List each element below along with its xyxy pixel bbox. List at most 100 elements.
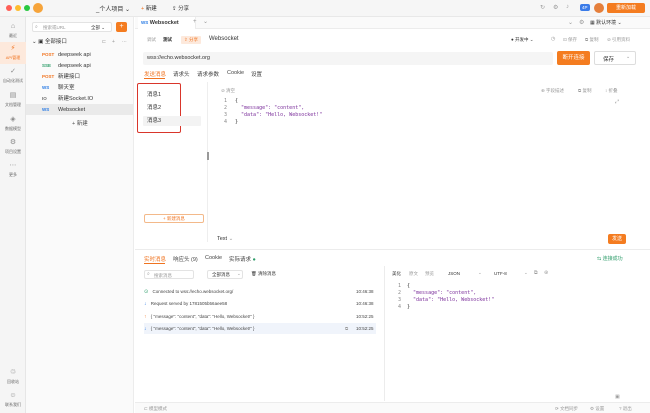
tree-item-selected[interactable]: WSWebsocket — [26, 104, 133, 115]
encoding-dropdown[interactable]: UTF-8 ⌄ — [490, 269, 530, 278]
message-editor[interactable]: 1 2 3 4 { "message": "content", "data": … — [215, 97, 627, 229]
panel-toggle-icon[interactable]: ▣ — [615, 394, 620, 400]
close-window-button[interactable] — [6, 5, 12, 11]
clear-button[interactable]: ⊘ 清空 — [221, 88, 235, 94]
panel-resize-handle[interactable] — [207, 152, 209, 160]
team-selector[interactable]: _个人项目 ⌄ — [96, 4, 130, 13]
new-button[interactable]: + 新建 — [141, 4, 157, 12]
preview-tab-pretty[interactable]: 美化 — [392, 271, 401, 277]
add-message-button[interactable]: + 新建消息 — [144, 214, 204, 223]
nav-autotest[interactable]: ✓自动化测试 — [0, 68, 26, 84]
tab-settings[interactable]: 设置 — [251, 70, 262, 78]
add-button[interactable]: + — [116, 22, 127, 32]
preview-tab-raw[interactable]: 原文 — [409, 271, 418, 277]
request-name[interactable]: Websocket — [209, 36, 239, 42]
fold-button[interactable]: ↕ 折叠 — [605, 88, 618, 94]
mode-test[interactable]: 测试 — [163, 37, 172, 43]
line-number: 3 — [393, 297, 401, 303]
nav-api[interactable]: ⚡API管理 — [0, 42, 26, 64]
tab-send-message[interactable]: 发送消息 — [144, 70, 166, 78]
history-icon[interactable]: ◷ — [551, 36, 555, 42]
url-input[interactable]: wss://echo.websocket.org — [143, 52, 553, 65]
message-item-3[interactable]: 消息3 — [143, 116, 201, 126]
doc-sync-link[interactable]: ⟳ 文档同步 — [555, 406, 578, 412]
doc-tab-websocket[interactable]: WS Websocket — [138, 17, 196, 29]
copy-link[interactable]: ⧉ 复制 — [585, 37, 598, 43]
nav-more[interactable]: ⋯更多 — [0, 162, 26, 178]
expand-icon[interactable]: ⌄ — [568, 19, 573, 26]
footer-exit-link[interactable]: ? 退出 — [619, 406, 632, 412]
tree-item[interactable]: WS聊天室 — [26, 82, 133, 93]
nav-contact[interactable]: ☺联系我们 — [0, 392, 26, 408]
tree-item[interactable]: POSTdeepseek api — [26, 49, 133, 60]
tree-item[interactable]: IO新建Socket.IO — [26, 93, 133, 104]
share-tag[interactable]: ⇪ 分享 — [181, 36, 201, 44]
nav-models[interactable]: ◈数据模型 — [0, 116, 26, 132]
send-button[interactable]: 发送 — [608, 234, 626, 244]
nav-docs[interactable]: ▤文档管理 — [0, 92, 26, 108]
tab-live-messages[interactable]: 实时消息 — [144, 255, 166, 263]
footer-settings-link[interactable]: ⚙ 设置 — [590, 406, 604, 412]
message-item-1[interactable]: 消息1 — [143, 90, 201, 100]
more-icon[interactable]: ⋯ — [122, 37, 127, 48]
nav-project-settings[interactable]: ⚙项目设置 — [0, 139, 26, 155]
tab-menu-icon[interactable]: ⌄ — [203, 18, 208, 25]
save-button[interactable]: 保存 ⌄ — [594, 51, 636, 65]
tab-params[interactable]: 请求参数 — [197, 70, 219, 78]
tab-response-cookie[interactable]: Cookie — [205, 255, 222, 261]
add-tab-icon[interactable]: + — [193, 19, 197, 25]
save-as-link[interactable]: ⊡ 保存 — [563, 37, 577, 43]
preview-format-dropdown[interactable]: JSON ⌄ — [444, 269, 484, 278]
filter-dropdown[interactable]: 全部 ⌄ — [91, 25, 105, 31]
clear-log-button[interactable]: 🗑 清除消息 — [251, 271, 276, 277]
tree-root[interactable]: ⌄ ▣ 全部接口 ⊏ + ⋯ — [26, 37, 133, 48]
bell-icon[interactable]: ♪ — [566, 4, 569, 10]
disconnect-button[interactable]: 断开连接 — [557, 51, 590, 65]
tab-headers[interactable]: 请求头 — [173, 70, 190, 78]
minimize-window-button[interactable] — [15, 5, 21, 11]
nav-recent[interactable]: ⌂最近 — [0, 23, 26, 39]
nav-trash[interactable]: ♲回收站 — [0, 369, 26, 385]
tab-actual-request[interactable]: 实际请求 ● — [229, 255, 256, 263]
settings-small-icon[interactable]: ⚙ — [579, 19, 584, 26]
tree-search-input[interactable]: ⌕ 搜索或URL 全部 ⌄ — [32, 22, 112, 32]
log-row[interactable]: ⊙ Connected to wss://echo.websocket.org/… — [144, 286, 376, 297]
field-desc-button[interactable]: ⊕ 字段描述 — [541, 88, 564, 94]
format-selector[interactable]: Text ⌄ — [217, 236, 233, 242]
down-arrow-icon: ↓ — [144, 326, 147, 332]
gear-icon[interactable]: ⚙ — [553, 4, 558, 11]
mode-debug[interactable]: 调试 — [147, 37, 156, 43]
share-button[interactable]: ⇪ 分享 — [172, 4, 189, 12]
copy-button[interactable]: ⧉ 复制 — [578, 88, 591, 94]
footer-settings-label: 设置 — [595, 406, 604, 411]
tab-actual-request-label: 实际请求 — [229, 257, 251, 263]
reference-link[interactable]: ⊘ 引用资料 — [607, 37, 630, 43]
nav-label: 回收站 — [7, 379, 19, 384]
avatar[interactable] — [594, 3, 604, 13]
log-row[interactable]: ↓ Request served by 1781505b56aee58 10:4… — [144, 298, 376, 309]
collapse-icon[interactable]: ⊏ — [102, 37, 106, 48]
tree-item[interactable]: POST新建接口 — [26, 71, 133, 82]
log-filter-dropdown[interactable]: 全部消息 ⌄ — [207, 270, 243, 279]
message-item-2[interactable]: 消息2 — [143, 103, 201, 113]
filter-icon[interactable]: ⊛ — [544, 270, 548, 276]
upgrade-button[interactable]: 重新加载 — [607, 3, 645, 13]
log-row[interactable]: ↑ { "message": "content", "data": "Hello… — [144, 311, 376, 322]
tab-cookie[interactable]: Cookie — [227, 70, 244, 76]
tree-item[interactable]: SSEdeepseek api — [26, 60, 133, 71]
model-mode-toggle[interactable]: ⊏ 模型模式 — [144, 406, 167, 412]
plus-icon[interactable]: + — [112, 37, 115, 48]
log-search-input[interactable]: ⌕ 搜索消息 — [144, 270, 194, 279]
tree-new-button[interactable]: + 新建 — [72, 119, 88, 127]
maximize-window-button[interactable] — [24, 5, 30, 11]
log-row-selected[interactable]: ↓ { "message": "content", "data": "Hello… — [144, 323, 376, 334]
status-dropdown[interactable]: ● 开发中 ⌄ — [511, 37, 534, 43]
env-selector[interactable]: ▦ 默认环境 ⌄ — [590, 19, 622, 26]
tab-response-headers[interactable]: 响应头 (9) — [173, 255, 198, 263]
copy-icon[interactable]: ⧉ — [534, 270, 538, 276]
preview-tab-preview[interactable]: 预览 — [425, 271, 434, 277]
copy-icon[interactable]: ⧉ — [345, 323, 348, 334]
method-badge: POST — [42, 49, 58, 60]
refresh-icon[interactable]: ↻ — [540, 4, 545, 11]
expand-editor-icon[interactable]: ⤢ — [615, 99, 619, 105]
